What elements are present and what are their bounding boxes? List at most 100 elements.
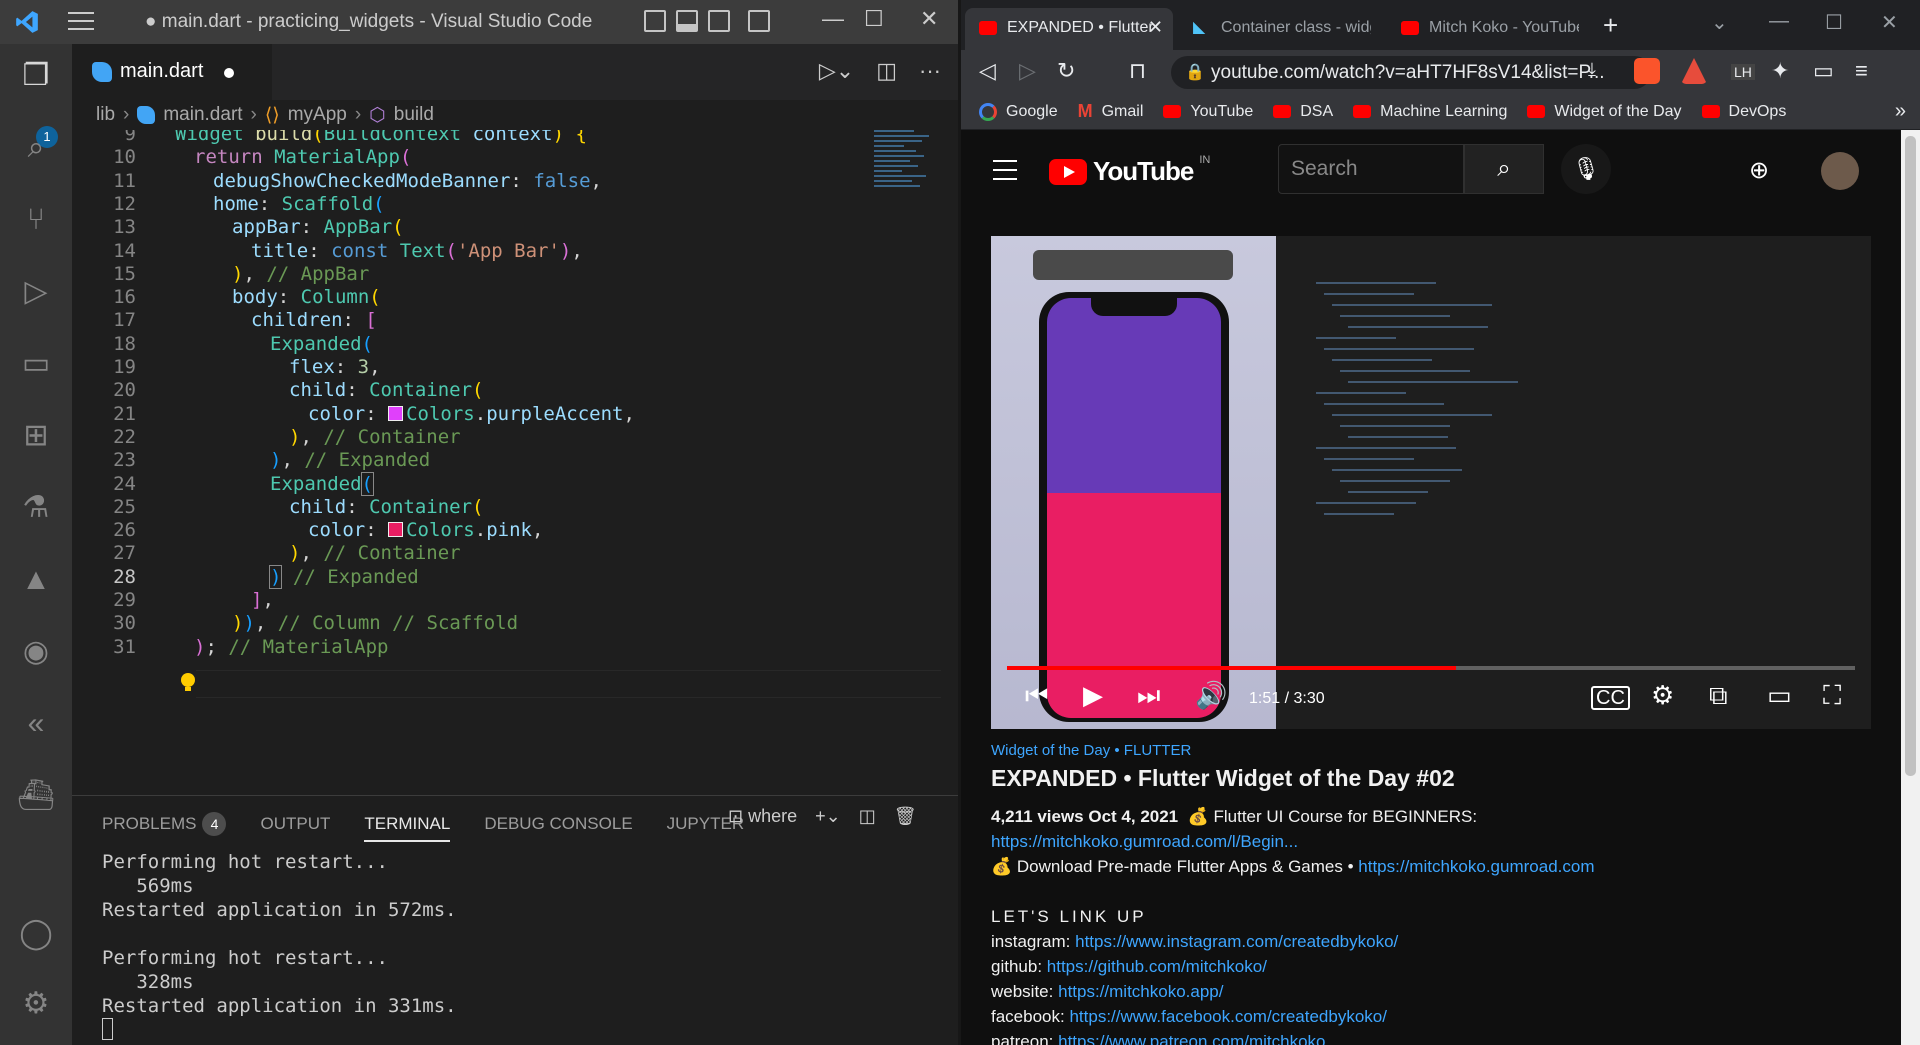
browser-tab-1[interactable]: EXPANDED • Flutter ✕ — [965, 8, 1173, 50]
voice-search-button[interactable]: 🎙 — [1561, 144, 1611, 194]
tab-main-dart[interactable]: main.dart — [72, 44, 272, 100]
browser-tab-2[interactable]: ◣ Container class - widget — [1179, 8, 1387, 50]
breadcrumb-class[interactable]: myApp — [288, 104, 347, 126]
azure-icon[interactable]: ▲ — [16, 560, 56, 600]
link-github[interactable]: https://github.com/mitchkoko/ — [1047, 957, 1267, 976]
tab-terminal[interactable]: TERMINAL — [364, 814, 451, 842]
reload-icon[interactable]: ↻ — [1057, 58, 1075, 84]
browser-menu-icon[interactable]: ≡ — [1855, 58, 1868, 84]
breadcrumb-file[interactable]: main.dart — [163, 104, 242, 126]
scrollbar-thumb[interactable] — [1905, 136, 1916, 776]
testing-icon[interactable]: ⚗ — [16, 488, 56, 528]
subtitles-icon[interactable]: CC — [1591, 686, 1630, 710]
video-player[interactable]: ⏮ ▶ ⏭ 🔊 1:51 / 3:30 CC ⚙ ⧉ ▭ ⛶ — [991, 236, 1871, 729]
link-website[interactable]: https://mitchkoko.app/ — [1058, 982, 1223, 1001]
desc-link-gumroad[interactable]: https://mitchkoko.gumroad.com — [1358, 857, 1594, 876]
code-editor[interactable]: 9 Widget build(BuildContext context) {10 r… — [72, 130, 961, 790]
terminal-shell-selector[interactable]: ⊡ where — [728, 806, 797, 827]
toggle-secondary-sidebar-icon[interactable] — [708, 10, 730, 32]
unsaved-dot-icon[interactable] — [224, 68, 234, 78]
tab-search-icon[interactable]: ⌄ — [1711, 10, 1728, 35]
toggle-sidebar-icon[interactable] — [644, 10, 666, 32]
accounts-icon[interactable]: ◯ — [16, 914, 56, 954]
menu-icon[interactable] — [68, 12, 94, 32]
toggle-panel-icon[interactable] — [676, 10, 698, 32]
settings-gear-icon[interactable]: ⚙ — [16, 984, 56, 1024]
brave-shields-icon[interactable] — [1634, 58, 1660, 84]
youtube-logo[interactable]: YouTube IN — [1049, 154, 1210, 187]
explorer-icon[interactable]: ❐ — [16, 56, 56, 96]
customize-layout-icon[interactable] — [748, 10, 770, 32]
browser-tab-3[interactable]: Mitch Koko - YouTube — [1387, 8, 1595, 50]
wallet-icon[interactable]: ▭ — [1813, 58, 1834, 84]
maximize-button[interactable]: ☐ — [1825, 10, 1843, 35]
avatar[interactable] — [1821, 152, 1859, 190]
install-app-icon[interactable]: ⤓ — [1588, 59, 1596, 80]
docker-icon[interactable]: ⛴ — [16, 776, 56, 816]
previous-icon[interactable]: ⏮ — [1025, 680, 1048, 712]
miniplayer-icon[interactable]: ⧉ — [1709, 680, 1728, 712]
bookmark-google[interactable]: Google — [979, 102, 1058, 121]
breadcrumb-method[interactable]: build — [394, 104, 434, 126]
flutter-icon[interactable]: « — [16, 704, 56, 744]
fullscreen-icon[interactable]: ⛶ — [1823, 680, 1841, 712]
breadcrumb-folder[interactable]: lib — [96, 104, 115, 126]
bookmark-gmail[interactable]: M Gmail — [1078, 101, 1144, 122]
volume-icon[interactable]: 🔊 — [1195, 680, 1227, 711]
bookmark-widget-of-the-day[interactable]: Widget of the Day — [1527, 103, 1682, 121]
next-icon[interactable]: ⏭ — [1137, 680, 1160, 712]
code-line[interactable]: 31); // MaterialApp — [72, 633, 961, 662]
search-icon[interactable]: ⌕ — [16, 128, 56, 168]
maximize-button[interactable]: ☐ — [864, 6, 884, 32]
desc-link-course[interactable]: https://mitchkoko.gumroad.com/l/Begin... — [991, 832, 1298, 851]
play-icon[interactable]: ▶ — [1083, 680, 1103, 711]
split-terminal-icon[interactable]: ◫ — [859, 806, 876, 827]
run-debug-icon[interactable]: ▷ — [16, 272, 56, 312]
bookmark-machine-learning[interactable]: Machine Learning — [1353, 103, 1507, 121]
terminal-output[interactable]: Performing hot restart... 569ms Restarte… — [102, 850, 457, 1042]
forward-icon[interactable]: ▷ — [1019, 58, 1036, 84]
bookmark-dsa[interactable]: DSA — [1273, 103, 1333, 121]
extensions-icon[interactable]: ⊞ — [16, 416, 56, 456]
remote-explorer-icon[interactable]: ▭ — [16, 344, 56, 384]
new-terminal-icon[interactable]: +⌄ — [815, 806, 841, 827]
close-tab-icon[interactable]: ✕ — [1148, 17, 1163, 38]
more-actions-icon[interactable]: ··· — [919, 58, 941, 84]
settings-gear-icon[interactable]: ⚙ — [1651, 680, 1674, 711]
bookmark-icon[interactable]: ⊓ — [1129, 58, 1146, 84]
lighthouse-icon[interactable]: LH — [1731, 64, 1755, 80]
source-control-icon[interactable]: ⑂ — [16, 200, 56, 240]
lightbulb-icon[interactable] — [180, 672, 196, 694]
run-icon[interactable]: ▷⌄ — [819, 58, 854, 84]
extensions-puzzle-icon[interactable]: ✦ — [1771, 58, 1789, 84]
link-facebook[interactable]: https://www.facebook.com/createdbykoko/ — [1069, 1007, 1387, 1026]
close-window-button[interactable]: ✕ — [1881, 10, 1898, 35]
close-window-button[interactable]: ✕ — [920, 6, 938, 32]
split-editor-icon[interactable]: ◫ — [876, 58, 897, 84]
tab-problems[interactable]: PROBLEMS 4 — [102, 812, 227, 836]
more-bookmarks-icon[interactable]: » — [1895, 100, 1906, 123]
create-video-icon[interactable]: ⊕ — [1749, 156, 1769, 185]
kill-terminal-icon[interactable]: 🗑 — [894, 806, 917, 827]
progress-bar[interactable] — [1007, 666, 1855, 670]
back-icon[interactable]: ◁ — [979, 58, 996, 84]
search-button[interactable]: ⌕ — [1464, 144, 1544, 194]
theater-mode-icon[interactable]: ▭ — [1767, 680, 1792, 711]
address-bar[interactable]: 🔒 youtube.com/watch?v=aHT7HF8sV14&list=P… — [1171, 56, 1651, 89]
link-instagram[interactable]: https://www.instagram.com/createdbykoko/ — [1075, 932, 1398, 951]
bookmark-devops[interactable]: DevOps — [1701, 103, 1786, 121]
minimize-button[interactable]: — — [822, 6, 844, 32]
video-hashtags[interactable]: Widget of the Day • FLUTTER — [991, 742, 1881, 759]
tab-debug-console[interactable]: DEBUG CONSOLE — [484, 814, 632, 834]
new-tab-button[interactable]: + — [1603, 10, 1618, 41]
page-scrollbar[interactable] — [1901, 130, 1920, 1045]
video-code-line — [1332, 469, 1462, 471]
guide-menu-icon[interactable] — [993, 160, 1017, 187]
search-input[interactable]: Search — [1278, 144, 1464, 194]
alert-extension-icon[interactable] — [1681, 58, 1707, 84]
minimize-button[interactable]: — — [1769, 10, 1789, 33]
link-patreon[interactable]: https://www.patreon.com/mitchkoko — [1058, 1032, 1325, 1045]
globe-icon[interactable]: ◉ — [16, 632, 56, 672]
tab-output[interactable]: OUTPUT — [260, 814, 330, 834]
bookmark-youtube[interactable]: YouTube — [1163, 103, 1253, 121]
